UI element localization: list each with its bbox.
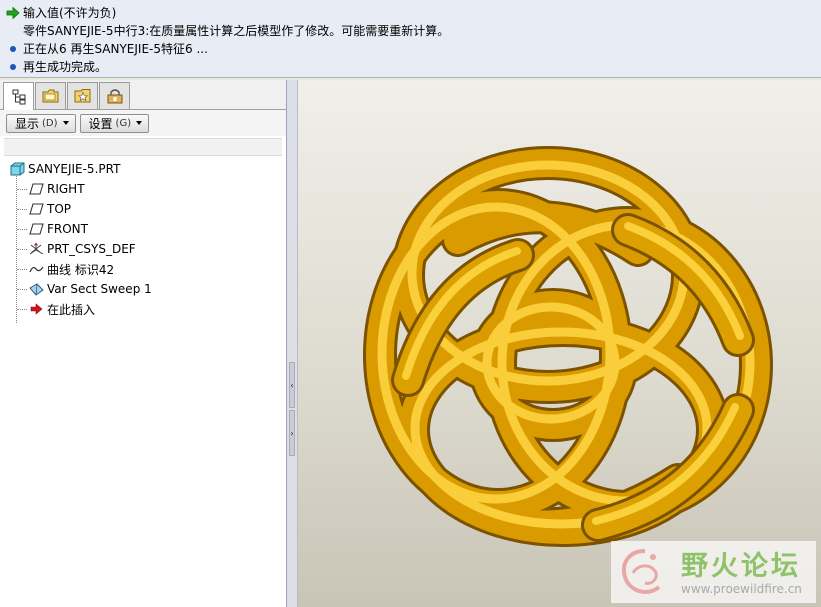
model-tree-icon [12, 89, 25, 104]
message-line-info: 零件SANYEJIE-5中行3:在质量属性计算之后模型作了修改。可能需要重新计算… [6, 22, 815, 40]
collapse-left-handle[interactable]: ‹ [289, 362, 295, 408]
watermark-title: 野火论坛 [681, 551, 801, 582]
connections-icon [107, 89, 122, 104]
chevron-down-icon [62, 121, 69, 125]
model-tree-toolbar: 显示 (D) 设置 (G) [0, 110, 286, 136]
pane-splitter[interactable]: ‹ › [287, 80, 298, 607]
coordinate-system-icon [29, 242, 44, 255]
connections-tab[interactable] [99, 82, 130, 109]
message-text: 输入值(不许为负) [23, 6, 117, 20]
chevron-right-icon: › [290, 428, 294, 438]
datum-plane-icon [29, 183, 44, 195]
tree-item-label: 在此插入 [47, 302, 96, 317]
tree-root-part[interactable]: SANYEJIE-5.PRT [10, 160, 120, 178]
settings-shortcut: (G) [115, 117, 132, 129]
graphics-window[interactable] [298, 80, 821, 607]
watermark-url: www.proewildfire.cn [681, 582, 802, 596]
chevron-down-icon [136, 121, 143, 125]
tree-item-sweep[interactable]: Var Sect Sweep 1 [29, 280, 152, 298]
show-dropdown-button[interactable]: 显示 (D) [6, 113, 76, 133]
message-line-prompt: 输入值(不许为负) [6, 4, 815, 22]
message-text: 正在从6 再生SANYEJIE-5特征6 ... [23, 42, 208, 56]
message-area: 输入值(不许为负) 零件SANYEJIE-5中行3:在质量属性计算之后模型作了修… [0, 0, 821, 78]
tree-root-label: SANYEJIE-5.PRT [28, 162, 121, 176]
insert-here-arrow-icon [30, 303, 43, 315]
folder-icon [42, 89, 58, 103]
blue-dot-icon [10, 64, 16, 70]
tree-filter-row[interactable] [4, 138, 282, 156]
show-shortcut: (D) [42, 117, 58, 129]
tree-item-csys[interactable]: PRT_CSYS_DEF [29, 240, 136, 258]
tree-item-label: RIGHT [47, 182, 85, 196]
chevron-left-icon: ‹ [290, 380, 294, 390]
expand-right-handle[interactable]: › [289, 410, 295, 456]
message-text: 零件SANYEJIE-5中行3:在质量属性计算之后模型作了修改。可能需要重新计算… [23, 24, 450, 38]
favorites-tab[interactable] [67, 82, 98, 109]
settings-label: 设置 [88, 116, 113, 131]
navigator-tabs [0, 80, 286, 110]
model-tree-tab[interactable] [3, 82, 34, 110]
tree-item-curve[interactable]: 曲线 标识42 [29, 260, 114, 278]
message-line-bullet: 正在从6 再生SANYEJIE-5特征6 ... [6, 40, 815, 58]
datum-plane-icon [29, 203, 44, 215]
tree-item-front[interactable]: FRONT [29, 220, 88, 238]
settings-dropdown-button[interactable]: 设置 (G) [79, 113, 150, 133]
tree-item-top[interactable]: TOP [29, 200, 71, 218]
part-icon [10, 162, 25, 176]
sweep-icon [29, 283, 44, 296]
tree-item-label: FRONT [47, 222, 88, 236]
message-line-bullet: 再生成功完成。 [6, 58, 815, 76]
forum-watermark: 野火论坛 www.proewildfire.cn [611, 541, 816, 603]
message-text: 再生成功完成。 [23, 60, 108, 74]
show-label: 显示 [15, 116, 40, 131]
blue-dot-icon [10, 46, 16, 52]
tree-item-insert-here[interactable]: 在此插入 [29, 300, 95, 318]
tree-item-label: 曲线 标识42 [47, 262, 115, 277]
tree-item-label: TOP [47, 202, 72, 216]
tree-item-label: Var Sect Sweep 1 [47, 282, 152, 296]
knot-model-3d[interactable] [298, 80, 821, 607]
datum-plane-icon [29, 223, 44, 235]
curve-icon [29, 266, 44, 273]
navigator-pane: 显示 (D) 设置 (G) SANYEJIE-5.PRT RIGHT TOP F… [0, 80, 287, 607]
tree-item-label: PRT_CSYS_DEF [47, 242, 136, 256]
green-arrow-icon [6, 6, 20, 20]
favorites-icon [74, 89, 90, 103]
tree-item-right[interactable]: RIGHT [29, 180, 85, 198]
folder-browser-tab[interactable] [35, 82, 66, 109]
forum-logo-icon [622, 549, 661, 594]
